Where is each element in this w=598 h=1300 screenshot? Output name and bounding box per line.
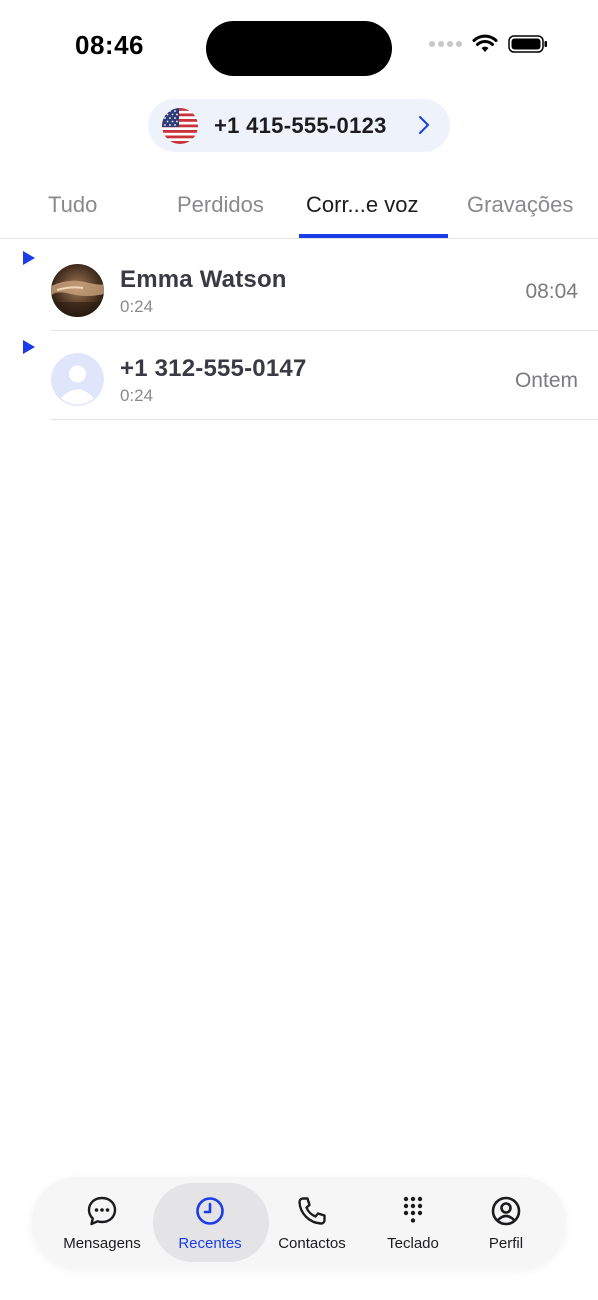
us-flag-icon	[162, 107, 198, 144]
keypad-icon	[403, 1196, 423, 1223]
nav-label: Recentes	[178, 1235, 242, 1252]
voicemail-time: Ontem	[514, 369, 578, 392]
active-tab-indicator	[299, 234, 448, 238]
avatar	[51, 264, 104, 317]
bottom-tab-bar: Mensagens Recentes Contactos Teclado Per…	[32, 1177, 566, 1268]
list-item[interactable]: +1 312-555-0147 0:24 Ontem	[0, 331, 598, 420]
unplayed-play-icon	[23, 251, 35, 265]
dynamic-island	[206, 21, 392, 76]
nav-messages[interactable]: Mensagens	[47, 1177, 157, 1268]
status-icons	[429, 34, 548, 54]
calls-filter-tabs: Tudo Perdidos Corr...e voz Gravações	[0, 180, 598, 239]
chat-bubble-icon	[87, 1196, 117, 1226]
voicemail-duration: 0:24	[120, 297, 154, 316]
voicemail-screen: 08:46 +1 415-555-0123 Tudo Perdidos Corr…	[0, 0, 598, 1300]
phone-icon	[298, 1197, 326, 1225]
nav-contacts[interactable]: Contactos	[257, 1177, 367, 1268]
nav-profile[interactable]: Perfil	[451, 1177, 561, 1268]
tab-recordings[interactable]: Gravações	[467, 192, 573, 218]
row-divider	[51, 419, 598, 420]
nav-label: Contactos	[278, 1235, 346, 1252]
tab-voicemail[interactable]: Corr...e voz	[306, 192, 418, 218]
voicemail-duration: 0:24	[120, 386, 154, 405]
status-time: 08:46	[75, 30, 144, 60]
profile-icon	[491, 1196, 521, 1226]
caller-number: +1 312-555-0147	[120, 355, 307, 382]
wifi-icon	[472, 34, 498, 52]
tab-missed[interactable]: Perdidos	[177, 192, 264, 218]
voicemail-time: 08:04	[525, 280, 578, 303]
account-number-selector[interactable]: +1 415-555-0123	[148, 99, 450, 152]
nav-label: Perfil	[488, 1235, 524, 1252]
tab-all[interactable]: Tudo	[48, 192, 97, 218]
clock-icon	[196, 1197, 224, 1225]
nav-label: Mensagens	[63, 1235, 141, 1252]
cellular-signal-icon	[429, 41, 462, 47]
unplayed-play-icon	[23, 340, 35, 354]
account-number: +1 415-555-0123	[214, 112, 387, 138]
nav-recents[interactable]: Recentes	[153, 1177, 269, 1268]
chevron-right-icon	[419, 116, 429, 134]
caller-name: Emma Watson	[120, 266, 287, 293]
battery-icon	[508, 35, 547, 53]
default-avatar-icon	[51, 353, 104, 406]
nav-label: Teclado	[387, 1235, 439, 1252]
list-item[interactable]: Emma Watson 0:24 08:04	[0, 242, 598, 331]
